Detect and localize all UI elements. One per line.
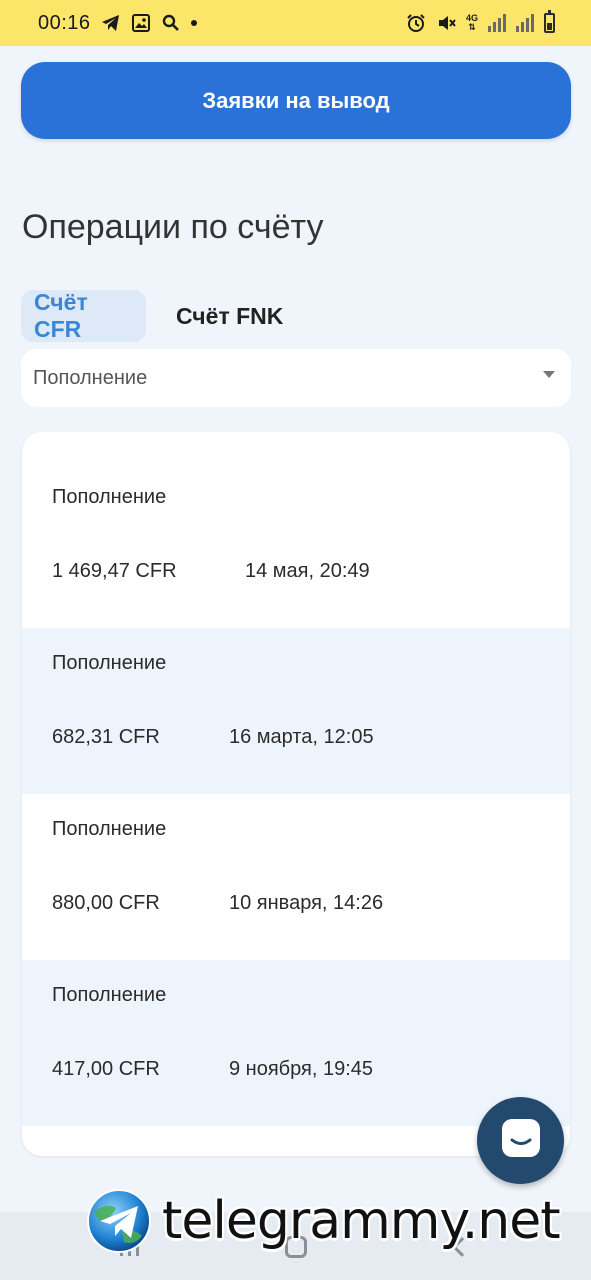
operation-type: Пополнение <box>52 486 167 508</box>
select-value: Пополнение <box>33 366 148 389</box>
mute-icon <box>436 13 456 33</box>
list-item[interactable]: Пополнение 880,00 CFR 10 января, 14:26 <box>22 794 570 960</box>
list-item[interactable]: Пополнение 682,31 CFR 16 марта, 12:05 <box>22 628 570 794</box>
list-item[interactable]: Пополнение 417,00 CFR 9 ноября, 19:45 <box>22 960 570 1126</box>
gallery-icon <box>131 13 151 33</box>
4g-icon: 4G ⇅ <box>465 13 478 32</box>
status-time: 00:16 <box>38 11 91 34</box>
status-bar-right: 4G ⇅ <box>406 10 555 33</box>
operation-type-select[interactable]: Пополнение <box>21 349 571 407</box>
operation-date: 9 ноября, 19:45 <box>229 1058 374 1080</box>
page-title: Операции по счёту <box>22 208 324 246</box>
operation-type: Пополнение <box>52 818 167 840</box>
tab-label: Счёт FNK <box>176 302 284 329</box>
list-item[interactable]: Пополнение 1 469,47 CFR 14 мая, 20:49 <box>22 432 570 628</box>
telegram-globe-logo-icon <box>87 1189 151 1253</box>
tab-account-cfr[interactable]: Счёт CFR <box>21 289 146 342</box>
battery-icon <box>544 10 555 33</box>
tab-account-fnk[interactable]: Счёт FNK <box>176 290 296 342</box>
withdraw-requests-label: Заявки на вывод <box>202 87 390 113</box>
operation-amount: 880,00 CFR <box>52 892 160 914</box>
support-chat-button[interactable] <box>477 1097 564 1184</box>
operation-date: 16 марта, 12:05 <box>229 726 374 748</box>
tab-label: Счёт CFR <box>34 289 88 342</box>
chevron-down-icon <box>543 370 555 378</box>
status-bar-left: 00:16 <box>38 12 197 35</box>
operations-list: Пополнение 1 469,47 CFR 14 мая, 20:49 По… <box>22 432 570 1156</box>
signal-icon <box>488 14 506 32</box>
watermark-text: telegrammy.net <box>162 1191 561 1251</box>
operation-amount: 682,31 CFR <box>52 726 160 748</box>
withdraw-requests-button[interactable]: Заявки на вывод <box>21 62 571 139</box>
watermark: telegrammy.net <box>86 1185 586 1257</box>
operation-type: Пополнение <box>52 652 167 674</box>
operation-type: Пополнение <box>52 984 167 1006</box>
alarm-icon <box>406 13 426 33</box>
account-tabs: Счёт CFR Счёт FNK <box>21 289 296 342</box>
operation-date: 10 января, 14:26 <box>229 892 384 914</box>
operation-amount: 1 469,47 CFR <box>52 560 177 582</box>
telegram-icon <box>101 13 121 33</box>
search-icon <box>161 13 181 33</box>
chat-icon <box>499 1116 543 1165</box>
status-bar: 00:16 4G ⇅ <box>0 0 591 46</box>
operation-date: 14 мая, 20:49 <box>245 560 370 582</box>
signal-icon <box>516 14 534 32</box>
operation-amount: 417,00 CFR <box>52 1058 160 1080</box>
notification-dot-icon <box>190 20 197 26</box>
